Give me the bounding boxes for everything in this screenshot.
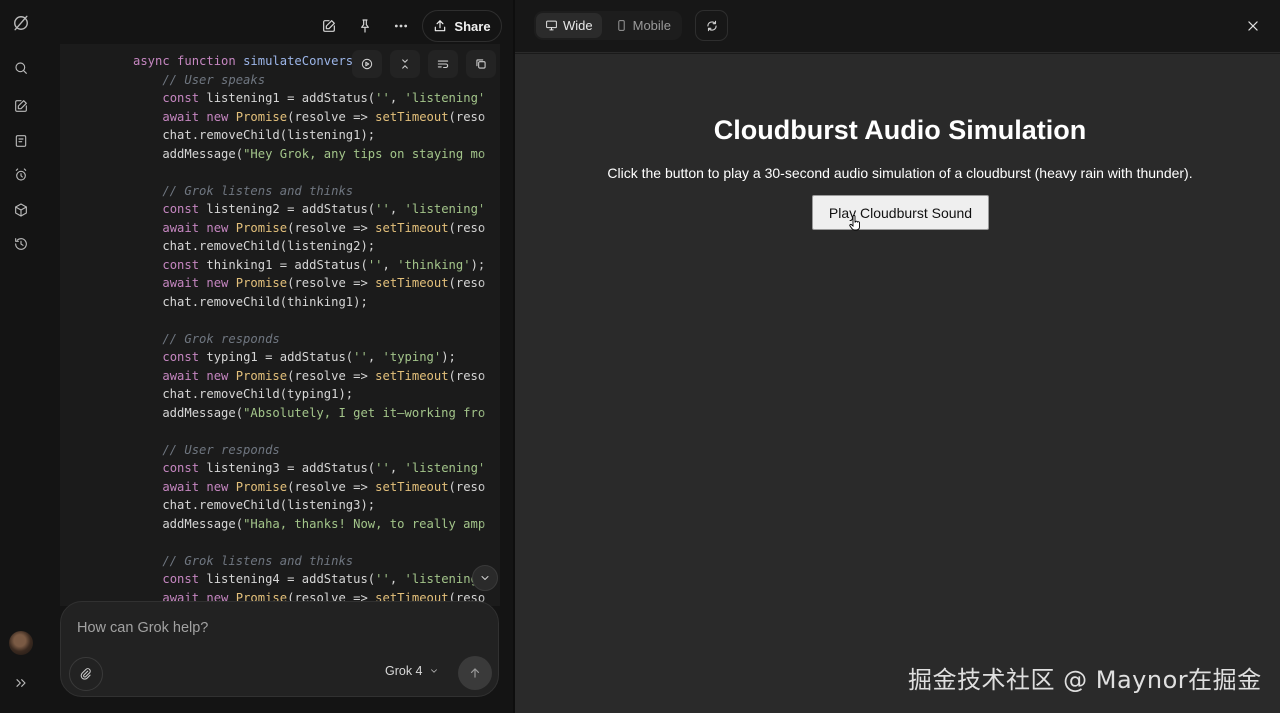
code-line: await new Promise(resolve => setTimeout(… (162, 479, 486, 494)
code-line: // User responds (133, 442, 280, 457)
hand-cursor-icon (849, 215, 860, 231)
expand-sidebar-icon[interactable] (10, 672, 32, 694)
more-options-icon[interactable] (389, 14, 413, 38)
new-chat-icon[interactable] (10, 95, 32, 117)
close-icon (1248, 21, 1258, 31)
preview-content: Cloudburst Audio Simulation Click the bu… (515, 54, 1280, 713)
model-label: Grok 4 (385, 664, 423, 678)
code-line: addMessage("Haha, thanks! Now, to really… (133, 516, 486, 531)
code-line: // Grok listens and thinks (133, 553, 354, 568)
cube-icon[interactable] (10, 199, 32, 221)
notes-icon[interactable] (10, 130, 32, 152)
view-mode-toggle: Wide Mobile (534, 11, 682, 40)
copy-code-icon[interactable] (466, 50, 496, 78)
history-icon[interactable] (10, 233, 32, 255)
attach-button[interactable] (69, 657, 103, 691)
code-line: // Grok responds (133, 331, 280, 346)
send-button[interactable] (458, 656, 492, 690)
code-line: const listening1 = addStatus('', 'listen… (162, 91, 486, 105)
edit-icon[interactable] (317, 14, 341, 38)
chevron-down-icon (481, 576, 489, 580)
chat-column: Share async function simulateConvers // … (42, 0, 513, 713)
watermark: 掘金技术社区 @ Maynor在掘金 (908, 666, 1262, 694)
code-line: await new Promise(resolve => setTimeout(… (162, 220, 486, 235)
code-line: chat.removeChild(typing1); (133, 387, 354, 401)
preview-pane: Wide Mobile Cloudburst Audio Simulation … (515, 0, 1280, 713)
code-line: const listening2 = addStatus('', 'listen… (162, 202, 486, 216)
alarm-icon[interactable] (10, 164, 32, 186)
code-fade (480, 44, 500, 606)
monitor-icon (546, 20, 557, 31)
page-description: Click the button to play a 30-second aud… (607, 165, 1193, 181)
chevron-down-icon (430, 669, 437, 673)
avatar[interactable] (9, 631, 33, 655)
code-line: addMessage("Hey Grok, any tips on stayin… (133, 146, 486, 161)
refresh-button[interactable] (695, 10, 728, 41)
tab-wide-label: Wide (563, 18, 593, 33)
scroll-down-button[interactable] (472, 565, 498, 591)
share-button[interactable]: Share (422, 10, 502, 42)
code-line: chat.removeChild(listening2); (133, 239, 376, 253)
run-code-icon[interactable] (352, 50, 382, 78)
code-line: chat.removeChild(listening3); (133, 498, 376, 512)
close-preview-button[interactable] (1242, 15, 1264, 37)
pin-icon[interactable] (353, 14, 377, 38)
code-line: const listening4 = addStatus('', 'listen… (162, 572, 478, 586)
code-line: // Grok listens and thinks (133, 183, 354, 198)
grok-logo-icon[interactable] (10, 12, 32, 34)
phone-icon (617, 20, 625, 31)
code-panel[interactable]: async function simulateConvers // User s… (60, 44, 500, 606)
code-line: chat.removeChild(thinking1); (133, 294, 368, 309)
code-line: const typing1 = addStatus('', 'typing'); (162, 350, 456, 364)
collapse-code-icon[interactable] (390, 50, 420, 78)
preview-toolbar: Wide Mobile (515, 0, 1280, 53)
code-line: const listening3 = addStatus('', 'listen… (162, 461, 486, 475)
code-line: const thinking1 = addStatus('', 'thinkin… (162, 257, 486, 272)
share-label: Share (454, 18, 491, 34)
refresh-icon (706, 20, 717, 31)
code-line: await new Promise(resolve => setTimeout(… (162, 109, 486, 124)
share-icon (435, 20, 446, 32)
tab-wide[interactable]: Wide (536, 13, 602, 38)
arrow-up-icon (470, 668, 480, 678)
tab-mobile[interactable]: Mobile (606, 13, 680, 38)
page-title: Cloudburst Audio Simulation (713, 115, 1087, 145)
code-line: await new Promise(resolve => setTimeout(… (162, 276, 486, 290)
wrap-lines-icon[interactable] (428, 50, 458, 78)
code-line: await new Promise(resolve => setTimeout(… (162, 368, 486, 383)
model-selector[interactable]: Grok 4 (385, 664, 439, 678)
code-block: async function simulateConvers // User s… (133, 52, 485, 606)
code-line: chat.removeChild(listening1); (133, 128, 376, 142)
tab-mobile-label: Mobile (632, 18, 671, 33)
search-icon[interactable] (10, 57, 32, 79)
prompt-input[interactable] (77, 620, 477, 636)
code-toolbar (352, 50, 497, 78)
code-line: addMessage("Absolutely, I get it—working… (133, 405, 486, 420)
paperclip-icon (80, 668, 91, 680)
play-sound-button[interactable]: Play Cloudburst Sound (812, 195, 989, 230)
left-rail (0, 0, 42, 713)
prompt-box: Grok 4 (60, 601, 499, 697)
